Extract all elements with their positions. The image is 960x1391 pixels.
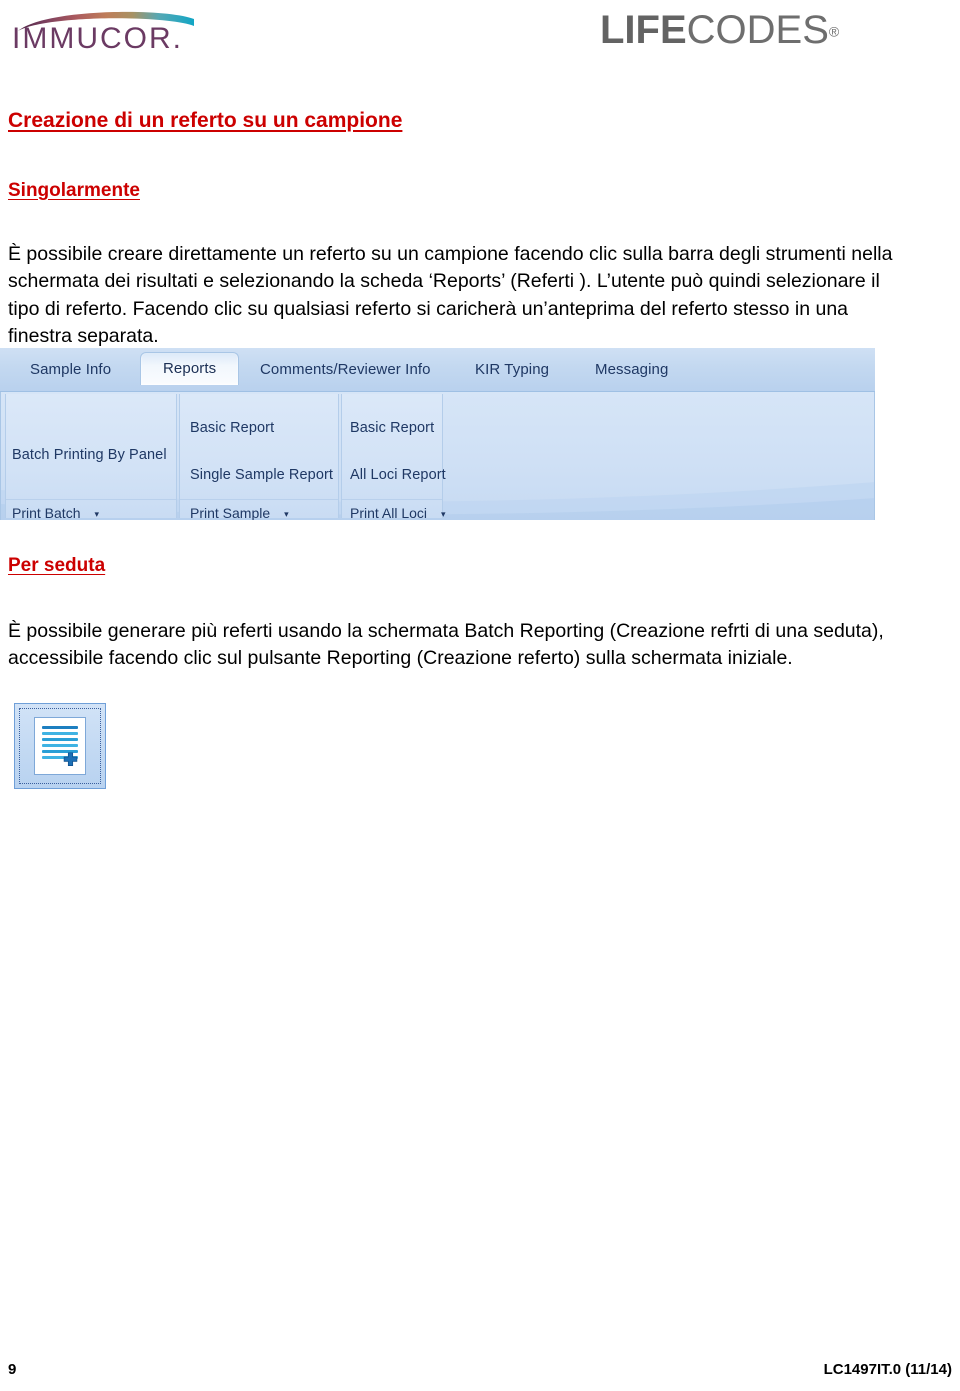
ribbon-group-separator xyxy=(342,499,442,500)
subheading-per-seduta: Per seduta xyxy=(8,554,106,576)
application-screenshot: Sample Info Reports Comments/Reviewer In… xyxy=(0,348,875,520)
ribbon-bottom-print-sample-label: Print Sample xyxy=(190,505,271,520)
tab-comments-reviewer-info[interactable]: Comments/Reviewer Info xyxy=(250,357,441,382)
lifecodes-bold-text: LIFE xyxy=(600,8,687,52)
immucor-wordmark-text: IMMUCOR xyxy=(12,22,173,55)
ribbon-group-batch-printing-by-panel: Batch Printing By Panel Print Batch ▾ xyxy=(5,394,177,520)
plus-icon xyxy=(62,752,79,769)
subheading-singolarmente: Singolarmente xyxy=(8,179,140,201)
ribbon-bottom-print-all-loci-label: Print All Loci xyxy=(350,505,428,520)
ribbon-panel: Batch Printing By Panel Print Batch ▾ Bas… xyxy=(0,392,875,520)
ribbon-item-batch-printing-by-panel[interactable]: Batch Printing By Panel xyxy=(12,447,167,463)
page-header: IMMUCOR. LIFECODES® xyxy=(0,0,960,72)
lifecodes-logo: LIFECODES® xyxy=(600,8,940,56)
page-title: Creazione di un referto su un campione xyxy=(8,109,403,132)
footer-page-number: 9 xyxy=(8,1361,17,1378)
paragraph-per-seduta: È possibile generare più referti usando … xyxy=(8,619,884,670)
ribbon-item-basic-report-single[interactable]: Basic Report xyxy=(190,420,274,436)
reporting-button-focus-ring xyxy=(19,708,101,784)
ribbon-bottom-print-all-loci[interactable]: Print All Loci ▾ xyxy=(350,505,446,520)
immucor-logo: IMMUCOR. xyxy=(8,4,208,60)
immucor-wordmark-period: . xyxy=(172,22,183,55)
ribbon-bottom-print-batch[interactable]: Print Batch ▾ xyxy=(12,505,176,520)
ribbon-bottom-print-batch-label: Print Batch xyxy=(12,505,81,520)
ribbon-group-all-loci-reports: Basic Report All Loci Report Print All L… xyxy=(341,394,446,520)
paragraph-singolarmente: È possibile creare direttamente un refer… xyxy=(8,242,893,348)
reporting-button[interactable] xyxy=(14,703,106,789)
ribbon-bottom-print-sample[interactable]: Print Sample ▾ xyxy=(190,505,340,520)
ribbon-group-separator xyxy=(180,499,338,500)
ribbon-item-single-sample-report[interactable]: Single Sample Report xyxy=(190,467,333,483)
lifecodes-light-text: CODES xyxy=(686,8,829,52)
chevron-down-icon: ▾ xyxy=(441,508,446,519)
new-report-document-icon xyxy=(34,717,86,775)
chevron-down-icon: ▾ xyxy=(284,508,289,519)
document-section-per-seduta: Per seduta È possibile generare più refe… xyxy=(8,538,952,673)
ribbon-group-separator xyxy=(6,499,176,500)
ribbon-item-basic-report-all-loci[interactable]: Basic Report xyxy=(350,420,434,436)
ribbon-tabstrip: Sample Info Reports Comments/Reviewer In… xyxy=(0,348,875,392)
chevron-down-icon: ▾ xyxy=(94,508,100,519)
tab-reports[interactable]: Reports xyxy=(140,352,240,385)
tab-kir-typing[interactable]: KIR Typing xyxy=(465,357,559,382)
tab-sample-info[interactable]: Sample Info xyxy=(20,357,121,382)
document-content: Creazione di un referto su un campione S… xyxy=(8,108,952,351)
immucor-wordmark: IMMUCOR. xyxy=(12,22,183,56)
registered-trademark-icon: ® xyxy=(828,23,840,40)
page-footer: 9 LC1497IT.0 (11/14) xyxy=(0,1361,960,1383)
ribbon-item-all-loci-report[interactable]: All Loci Report xyxy=(350,467,446,483)
tab-messaging[interactable]: Messaging xyxy=(585,357,678,382)
footer-document-code: LC1497IT.0 (11/14) xyxy=(823,1361,952,1378)
subheading-singolarmente-wrap: Singolarmente xyxy=(8,163,952,219)
ribbon-group-single-sample-reports: Basic Report Single Sample Report Print … xyxy=(179,394,340,520)
